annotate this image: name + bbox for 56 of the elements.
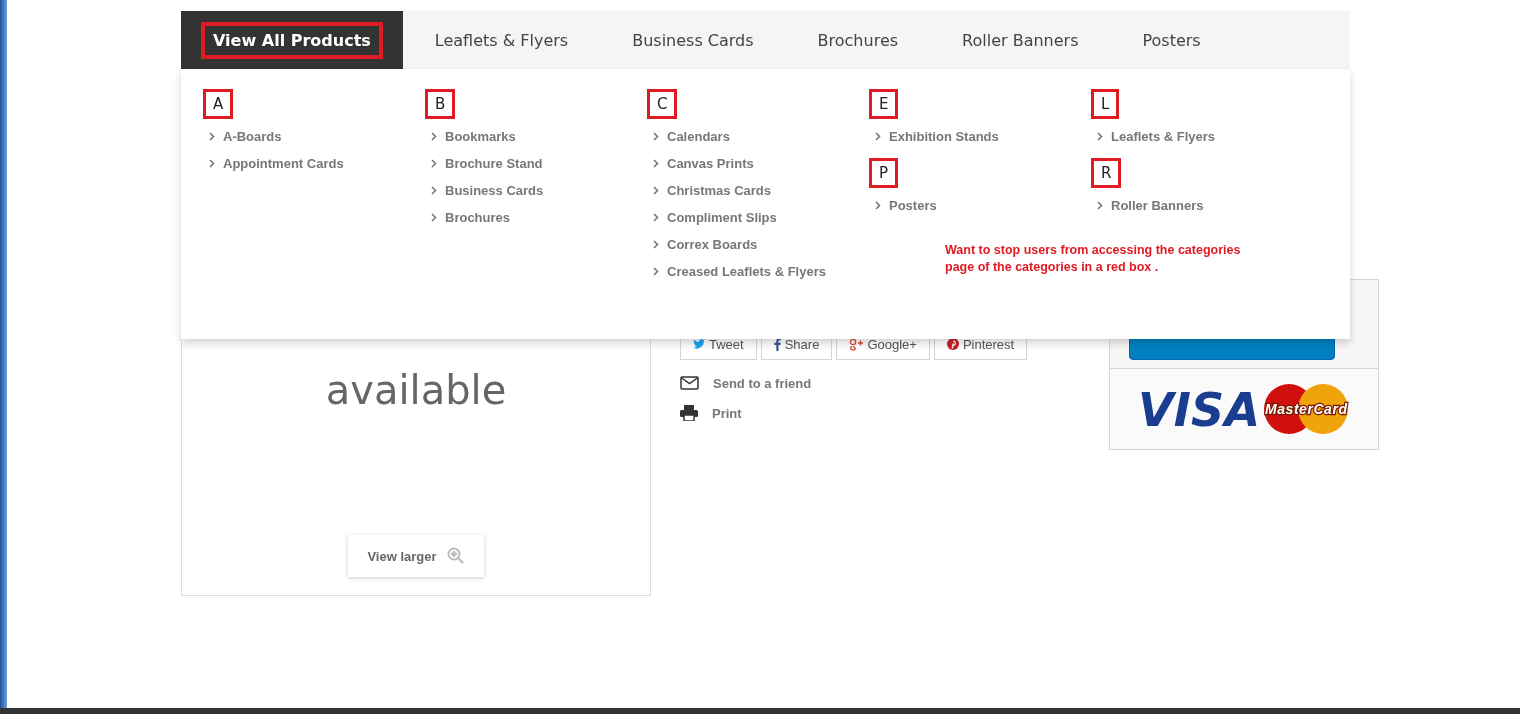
letter-heading: P <box>869 158 899 188</box>
category-link[interactable]: Brochures <box>425 204 647 231</box>
no-image-text: available <box>325 366 507 415</box>
chevron-icon <box>431 159 437 168</box>
annotation-note: Want to stop users from accessing the categories page of the categories in a red box . <box>945 242 1242 276</box>
nav-tab[interactable]: View All Products <box>181 11 403 69</box>
chevron-icon <box>1097 201 1103 210</box>
category-link[interactable]: Calendars <box>647 123 869 150</box>
category-link[interactable]: Christmas Cards <box>647 177 869 204</box>
chevron-icon <box>875 132 881 141</box>
nav-tab[interactable]: Leaflets & Flyers <box>402 11 601 69</box>
chevron-icon <box>653 186 659 195</box>
view-larger-button[interactable]: View larger <box>348 535 484 577</box>
category-link[interactable]: Appointment Cards <box>203 150 425 177</box>
category-link[interactable]: Canvas Prints <box>647 150 869 177</box>
chevron-icon <box>431 186 437 195</box>
category-link[interactable]: Exhibition Stands <box>869 123 1091 150</box>
letter-heading: A <box>203 89 234 119</box>
letter-heading: R <box>1091 158 1122 188</box>
chevron-icon <box>653 132 659 141</box>
letter-heading: L <box>1091 89 1120 119</box>
action-link[interactable]: Send to a friend <box>680 368 1080 398</box>
chevron-icon <box>209 159 215 168</box>
g-plus-icon <box>849 337 864 351</box>
category-link[interactable]: Correx Boards <box>647 231 869 258</box>
category-link[interactable]: A-Boards <box>203 123 425 150</box>
printer-icon <box>680 405 698 421</box>
nav-tab[interactable]: Brochures <box>785 11 931 69</box>
chevron-icon <box>431 132 437 141</box>
chevron-icon <box>209 132 215 141</box>
letter-heading: C <box>647 89 678 119</box>
letter-heading: B <box>425 89 456 119</box>
nav-tab[interactable]: Roller Banners <box>930 11 1111 69</box>
chevron-icon <box>875 201 881 210</box>
category-link[interactable]: Business Cards <box>425 177 647 204</box>
chevron-icon <box>1097 132 1103 141</box>
category-link[interactable]: Bookmarks <box>425 123 647 150</box>
category-link[interactable]: Brochure Stand <box>425 150 647 177</box>
action-link[interactable]: Print <box>680 398 1080 428</box>
letter-heading: E <box>869 89 899 119</box>
category-link[interactable]: Posters <box>869 192 1091 219</box>
zoom-in-icon <box>446 547 465 565</box>
nav-tab[interactable]: Posters <box>1110 11 1233 69</box>
category-link[interactable]: Leaflets & Flyers <box>1091 123 1313 150</box>
nav-tab[interactable]: Business Cards <box>600 11 786 69</box>
bird-icon <box>693 339 705 349</box>
category-link[interactable]: Roller Banners <box>1091 192 1313 219</box>
chevron-icon <box>653 159 659 168</box>
chevron-icon <box>653 213 659 222</box>
envelope-icon <box>680 376 699 390</box>
category-link[interactable]: Creased Leaflets & Flyers <box>647 258 869 285</box>
chevron-icon <box>431 213 437 222</box>
f-icon <box>773 337 781 351</box>
category-link[interactable]: Compliment Slips <box>647 204 869 231</box>
chevron-icon <box>653 240 659 249</box>
chevron-icon <box>653 267 659 276</box>
